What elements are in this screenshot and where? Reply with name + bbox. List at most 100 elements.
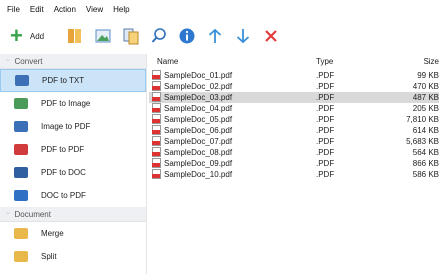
- sidebar-item-label: PDF to DOC: [41, 168, 86, 177]
- sidebar-item-pdf-to-image[interactable]: PDF to Image: [0, 92, 146, 115]
- column-header-name[interactable]: Name: [157, 57, 178, 66]
- table-row[interactable]: SampleDoc_05.pdf .PDF 7,810 KB: [149, 114, 439, 125]
- sidebar: − Convert PDF to TXT PDF to Image Image to…: [0, 54, 147, 274]
- sidebar-item-label: PDF to PDF: [41, 145, 85, 154]
- info-button[interactable]: [174, 23, 200, 49]
- sidebar-item-label: Split: [41, 252, 57, 261]
- folder-icon: [68, 29, 82, 43]
- menu-help[interactable]: Help: [113, 5, 129, 14]
- sidebar-item-doc-to-pdf[interactable]: DOC to PDF: [0, 184, 146, 207]
- move-down-button[interactable]: [230, 23, 256, 49]
- file-size: 99 KB: [417, 71, 439, 80]
- sidebar-item-pdf-to-txt[interactable]: PDF to TXT: [0, 69, 146, 92]
- file-type: .PDF: [316, 104, 335, 113]
- file-name: SampleDoc_07.pdf: [164, 137, 233, 146]
- file-size: 614 KB: [412, 126, 439, 135]
- file-type: .PDF: [316, 126, 335, 135]
- file-type: .PDF: [316, 137, 335, 146]
- pdf-file-icon: [152, 125, 161, 135]
- info-icon: [179, 28, 195, 44]
- sidebar-item-pdf-to-pdf[interactable]: PDF to PDF: [0, 138, 146, 161]
- file-name: SampleDoc_10.pdf: [164, 170, 233, 179]
- section-document-label: Document: [14, 209, 51, 219]
- pdf-file-icon: [152, 103, 161, 113]
- sidebar-item-icon: [14, 121, 28, 132]
- menu-edit[interactable]: Edit: [30, 5, 44, 14]
- search-button[interactable]: [146, 23, 172, 49]
- pdf-file-icon: [152, 169, 161, 179]
- table-row[interactable]: SampleDoc_07.pdf .PDF 5,683 KB: [149, 136, 439, 147]
- file-size: 586 KB: [412, 170, 439, 179]
- file-size: 470 KB: [412, 82, 439, 91]
- pdf-file-icon: [152, 114, 161, 124]
- sidebar-item-split[interactable]: Split: [0, 245, 146, 268]
- sidebar-item-icon: [14, 251, 28, 262]
- pdf-file-icon: [152, 81, 161, 91]
- sidebar-item-image-to-pdf[interactable]: Image to PDF: [0, 115, 146, 138]
- sidebar-item-icon: [14, 144, 28, 155]
- sidebar-item-icon: [14, 167, 28, 178]
- arrow-up-icon: [208, 28, 222, 43]
- sidebar-item-merge[interactable]: Merge: [0, 222, 146, 245]
- file-size: 487 KB: [412, 93, 439, 102]
- sidebar-item-icon: [15, 75, 29, 86]
- copy-icon: [123, 28, 139, 45]
- image-button[interactable]: [90, 23, 116, 49]
- table-row[interactable]: SampleDoc_04.pdf .PDF 205 KB: [149, 103, 439, 114]
- file-type: .PDF: [316, 148, 335, 157]
- section-document[interactable]: − Document: [0, 207, 146, 222]
- table-row[interactable]: SampleDoc_08.pdf .PDF 564 KB: [149, 147, 439, 158]
- column-header-type[interactable]: Type: [316, 57, 333, 66]
- menu-file[interactable]: File: [7, 5, 20, 14]
- sidebar-item-icon: [14, 190, 28, 201]
- sidebar-item-label: PDF to TXT: [42, 76, 85, 85]
- sidebar-item-icon: [14, 228, 28, 239]
- delete-icon: [265, 30, 277, 42]
- sidebar-item-label: Image to PDF: [41, 122, 91, 131]
- pdf-file-icon: [152, 70, 161, 80]
- file-type: .PDF: [316, 93, 335, 102]
- table-row[interactable]: SampleDoc_10.pdf .PDF 586 KB: [149, 169, 439, 180]
- file-type: .PDF: [316, 159, 335, 168]
- file-name: SampleDoc_01.pdf: [164, 71, 233, 80]
- menu-view[interactable]: View: [86, 5, 103, 14]
- file-list-header: Name Type Size: [149, 57, 439, 69]
- sidebar-item-pdf-to-doc[interactable]: PDF to DOC: [0, 161, 146, 184]
- table-row[interactable]: SampleDoc_01.pdf .PDF 99 KB: [149, 70, 439, 81]
- sidebar-item-icon: [14, 98, 28, 109]
- table-row[interactable]: SampleDoc_03.pdf .PDF 487 KB: [149, 92, 439, 103]
- image-icon: [95, 29, 111, 43]
- pdf-file-icon: [152, 158, 161, 168]
- table-row[interactable]: SampleDoc_06.pdf .PDF 614 KB: [149, 125, 439, 136]
- move-up-button[interactable]: [202, 23, 228, 49]
- table-row[interactable]: SampleDoc_09.pdf .PDF 866 KB: [149, 158, 439, 169]
- file-size: 564 KB: [412, 148, 439, 157]
- file-name: SampleDoc_03.pdf: [164, 93, 233, 102]
- open-folder-button[interactable]: [62, 23, 88, 49]
- column-header-size[interactable]: Size: [423, 57, 439, 66]
- section-convert[interactable]: − Convert: [0, 54, 146, 69]
- menu-action[interactable]: Action: [54, 5, 76, 14]
- pdf-file-icon: [152, 92, 161, 102]
- section-convert-label: Convert: [14, 56, 43, 66]
- sidebar-item-label: PDF to Image: [41, 99, 91, 108]
- sidebar-item-label: DOC to PDF: [41, 191, 86, 200]
- file-name: SampleDoc_06.pdf: [164, 126, 233, 135]
- search-icon: [151, 28, 166, 43]
- copy-button[interactable]: [118, 23, 144, 49]
- file-type: .PDF: [316, 82, 335, 91]
- file-name: SampleDoc_05.pdf: [164, 115, 233, 124]
- file-name: SampleDoc_08.pdf: [164, 148, 233, 157]
- file-list: Name Type Size SampleDoc_01.pdf .PDF 99 KB…: [149, 54, 439, 274]
- pdf-file-icon: [152, 147, 161, 157]
- pdf-file-icon: [152, 136, 161, 146]
- menu-bar: File Edit Action View Help: [0, 0, 439, 18]
- sidebar-item-label: Merge: [41, 229, 64, 238]
- delete-button[interactable]: [258, 23, 284, 49]
- table-row[interactable]: SampleDoc_02.pdf .PDF 470 KB: [149, 81, 439, 92]
- toolbar: + Add: [0, 18, 439, 54]
- file-type: .PDF: [316, 115, 335, 124]
- add-label: Add: [29, 31, 45, 41]
- collapse-icon: −: [6, 58, 10, 64]
- add-button[interactable]: + Add: [10, 23, 44, 49]
